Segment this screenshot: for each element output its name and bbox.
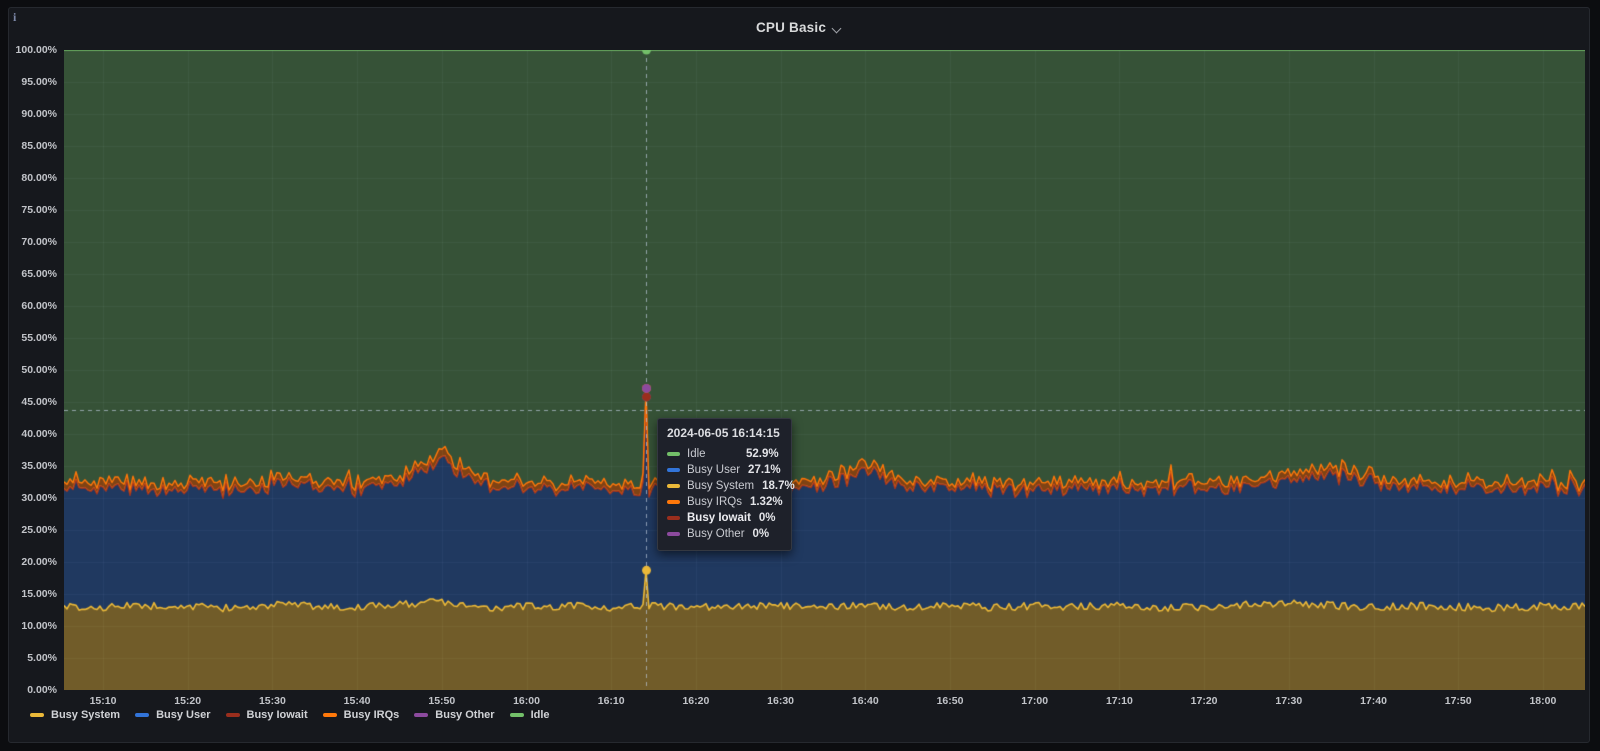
y-axis-tick-label: 25.00% (21, 524, 57, 536)
y-axis-tick-label: 90.00% (21, 108, 57, 120)
legend-swatch (322, 713, 337, 717)
legend-label: Idle (530, 709, 550, 721)
y-axis-tick-label: 70.00% (21, 236, 57, 248)
x-axis-tick-label: 15:30 (258, 695, 286, 707)
x-axis-tick-label: 16:20 (682, 695, 710, 707)
x-axis-tick-label: 18:00 (1529, 695, 1557, 707)
x-axis-tick-label: 17:00 (1021, 695, 1049, 707)
x-axis-tick-label: 17:50 (1444, 695, 1472, 707)
cpu-chart-plot-area[interactable] (64, 50, 1585, 690)
x-axis-tick-label: 15:40 (343, 695, 371, 707)
y-axis-tick-label: 40.00% (21, 428, 57, 440)
y-axis-tick-label: 60.00% (21, 300, 57, 312)
legend-label: Busy Iowait (246, 709, 308, 721)
y-axis-tick-label: 20.00% (21, 556, 57, 568)
x-axis-tick-label: 16:00 (513, 695, 540, 707)
x-axis-tick-label: 17:30 (1275, 695, 1303, 707)
y-axis-tick-label: 85.00% (21, 140, 57, 152)
legend-item-busy-irqs[interactable]: Busy IRQs (322, 708, 400, 722)
y-axis-tick-label: 10.00% (21, 620, 57, 632)
y-axis-tick-label: 45.00% (21, 396, 57, 408)
y-axis-tick-label: 75.00% (21, 204, 57, 216)
x-axis-tick-label: 15:50 (428, 695, 456, 707)
legend-item-busy-iowait[interactable]: Busy Iowait (225, 708, 308, 722)
legend-item-busy-system[interactable]: Busy System (30, 708, 120, 722)
legend-swatch (509, 713, 524, 717)
legend-swatch (225, 713, 240, 717)
y-axis-tick-label: 80.00% (21, 172, 57, 184)
y-axis-tick-label: 30.00% (21, 492, 57, 504)
y-axis-tick-label: 95.00% (21, 76, 57, 88)
chevron-down-icon[interactable] (832, 23, 842, 33)
panel-header: CPU Basic (8, 7, 1590, 47)
y-axis-tick-label: 50.00% (21, 364, 57, 376)
legend-label: Busy Other (435, 709, 495, 721)
y-axis-tick-label: 65.00% (21, 268, 57, 280)
y-axis-tick-label: 35.00% (21, 460, 57, 472)
x-axis-tick-label: 16:30 (767, 695, 795, 707)
legend-label: Busy User (156, 709, 211, 721)
legend-swatch (30, 713, 44, 717)
y-axis-tick-label: 5.00% (27, 652, 57, 664)
x-axis-tick-label: 17:40 (1360, 695, 1387, 707)
x-axis-tick-label: 16:50 (936, 695, 964, 707)
legend-label: Busy System (51, 709, 121, 721)
y-axis-tick-label: 100.00% (15, 44, 57, 56)
legend-item-busy-user[interactable]: Busy User (135, 708, 211, 722)
y-axis-tick-label: 55.00% (21, 332, 57, 344)
x-axis-tick-label: 17:20 (1190, 695, 1218, 707)
grafana-panel-screenshot: i CPU Basic 0.00% 5.00% 10.00% 15.00% 20.00%… (0, 0, 1600, 751)
y-axis-tick-label: 15.00% (21, 588, 57, 600)
legend-swatch (135, 713, 150, 717)
x-axis-tick-label: 15:10 (89, 695, 117, 707)
x-axis-tick-label: 17:10 (1105, 695, 1133, 707)
x-axis-tick-label: 15:20 (174, 695, 202, 707)
legend-item-busy-other[interactable]: Busy Other (414, 708, 495, 722)
x-axis-tick-label: 16:10 (597, 695, 625, 707)
x-axis-tick-label: 16:40 (851, 695, 879, 707)
legend-label: Busy IRQs (343, 709, 400, 721)
y-axis-tick-label: 0.00% (27, 684, 57, 696)
legend-swatch (414, 713, 429, 717)
panel-title[interactable]: CPU Basic (756, 20, 826, 35)
chart-legend: Busy System Busy User Busy Iowait Busy IRQs… (30, 708, 550, 722)
legend-item-idle[interactable]: Idle (509, 708, 550, 722)
